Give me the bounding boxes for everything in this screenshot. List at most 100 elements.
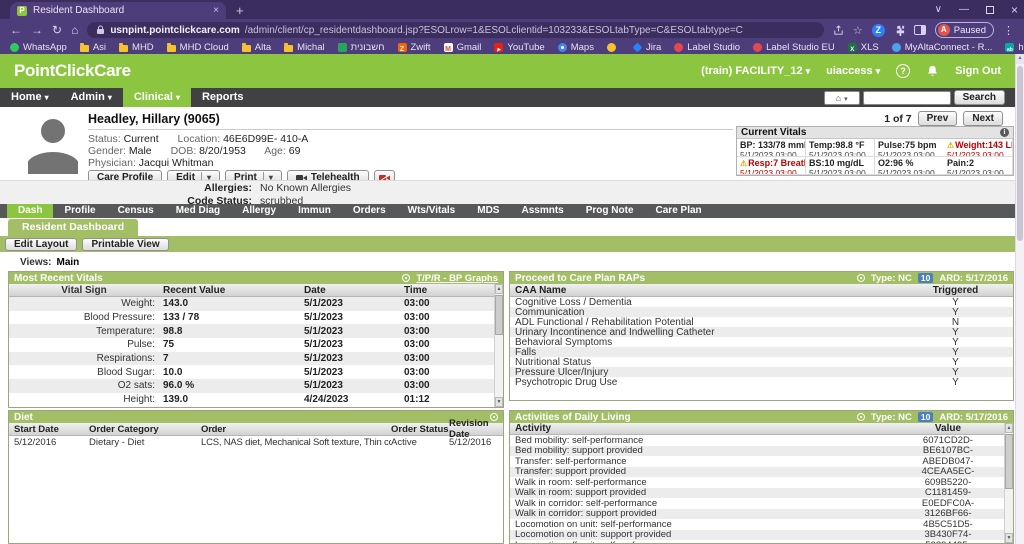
scroll-up-icon[interactable] bbox=[495, 284, 503, 294]
side-panel-icon[interactable] bbox=[914, 25, 926, 35]
bookmark-item[interactable]: Michal bbox=[284, 42, 324, 53]
tpr-bp-graphs-link[interactable]: T/P/R - BP Graphs bbox=[416, 273, 498, 284]
bookmark-label: MyAltaConnect - R... bbox=[905, 42, 993, 53]
close-icon[interactable] bbox=[1011, 3, 1018, 17]
clinical-tab[interactable]: Immun bbox=[287, 204, 342, 218]
user-menu[interactable]: uiaccess bbox=[826, 65, 880, 77]
next-resident-button[interactable]: Next bbox=[963, 111, 1003, 126]
sign-out-link[interactable]: Sign Out bbox=[955, 65, 1001, 77]
restore-icon[interactable] bbox=[986, 6, 994, 14]
browser-tab[interactable]: P Resident Dashboard bbox=[10, 2, 226, 19]
vitals-scrollbar[interactable] bbox=[494, 284, 503, 407]
bookmark-item[interactable]: Maps bbox=[558, 42, 594, 53]
clinical-tab[interactable]: Orders bbox=[342, 204, 397, 218]
panel-menu-icon[interactable] bbox=[857, 274, 865, 282]
current-vitals-grid: BP: 133/78 mmHg 5/1/2023 03:00 Temp:98.8… bbox=[737, 139, 1013, 175]
bookmark-label: Asi bbox=[93, 42, 106, 53]
share-icon[interactable] bbox=[833, 25, 844, 36]
info-icon[interactable] bbox=[1000, 128, 1009, 137]
resident-dashboard-tab[interactable]: Resident Dashboard bbox=[8, 219, 138, 236]
help-icon[interactable] bbox=[896, 64, 910, 78]
scroll-up-icon[interactable] bbox=[1016, 54, 1024, 64]
patient-name: Headley, Hillary (9065) bbox=[88, 112, 733, 130]
panel-menu-icon[interactable] bbox=[402, 274, 410, 282]
vitals-row: O2 sats: 96.0 % 5/1/2023 03:00 bbox=[9, 379, 503, 393]
extensions-puzzle-icon[interactable] bbox=[894, 25, 905, 36]
raps-column-headers: CAA Name Triggered bbox=[510, 284, 1013, 297]
tab-close-icon[interactable] bbox=[213, 6, 219, 16]
facility-selector[interactable]: (train) FACILITY_12 bbox=[701, 65, 810, 77]
nav-item[interactable]: Home bbox=[0, 88, 60, 107]
bookmark-item[interactable]: habitu bbox=[1005, 42, 1024, 53]
clinical-tab[interactable]: Dash bbox=[7, 204, 53, 218]
bookmark-item[interactable]: Alta bbox=[242, 42, 271, 53]
adl-column-headers: Activity Value bbox=[510, 423, 1013, 435]
bookmark-item[interactable]: Label Studio EU bbox=[753, 42, 835, 53]
bookmark-item[interactable]: חשבונית bbox=[338, 42, 385, 53]
z-extension-icon[interactable]: Z bbox=[872, 24, 885, 37]
scroll-up-icon[interactable] bbox=[1005, 423, 1013, 433]
views-value[interactable]: Main bbox=[57, 257, 80, 268]
clinical-tab[interactable]: Profile bbox=[53, 204, 106, 218]
bookmark-item[interactable]: MyAltaConnect - R... bbox=[892, 42, 993, 53]
new-tab-button[interactable] bbox=[236, 4, 244, 17]
url-bar[interactable]: usnpint.pointclickcare.com/admin/client/… bbox=[87, 22, 824, 38]
chevron-down-icon[interactable] bbox=[935, 4, 942, 15]
prev-resident-button[interactable]: Prev bbox=[918, 111, 958, 126]
panel-menu-icon[interactable] bbox=[490, 413, 498, 421]
adl-row: Walk in corridor: self-performance E0EDF… bbox=[510, 498, 1013, 509]
bookmark-item[interactable]: Jira bbox=[633, 42, 661, 53]
bookmark-item[interactable]: XLS bbox=[848, 42, 879, 53]
bookmark-item[interactable]: WhatsApp bbox=[10, 42, 67, 53]
bookmark-item[interactable]: Label Studio bbox=[674, 42, 740, 53]
resident-search-input[interactable] bbox=[863, 91, 951, 105]
screen: P Resident Dashboard usnpint.pointclickc… bbox=[0, 0, 1024, 544]
raps-row: Behavioral Symptoms Y bbox=[510, 337, 1013, 347]
reload-icon[interactable] bbox=[52, 24, 62, 36]
clinical-tab[interactable]: Med Diag bbox=[165, 204, 231, 218]
scroll-thumb[interactable] bbox=[495, 295, 503, 335]
bookmark-item[interactable]: Zwift bbox=[398, 42, 431, 53]
scroll-thumb[interactable] bbox=[1017, 66, 1023, 241]
search-scope-dropdown[interactable] bbox=[824, 91, 860, 105]
search-button[interactable]: Search bbox=[954, 90, 1005, 105]
clinical-tab[interactable]: Allergy bbox=[231, 204, 287, 218]
views-label: Views: bbox=[20, 257, 52, 268]
minimize-icon[interactable] bbox=[959, 4, 969, 15]
bookmark-star-icon[interactable] bbox=[853, 21, 863, 39]
bookmark-item[interactable]: Gmail bbox=[444, 42, 482, 53]
panel-menu-icon[interactable] bbox=[857, 413, 865, 421]
clinical-tab[interactable]: Assmnts bbox=[510, 204, 574, 218]
adl-scrollbar[interactable] bbox=[1004, 423, 1013, 543]
nav-item[interactable]: Reports bbox=[191, 88, 255, 107]
nav-item[interactable]: Clinical bbox=[123, 88, 191, 107]
vitals-row: Weight: 143.0 5/1/2023 03:00 bbox=[9, 297, 503, 311]
bookmark-item[interactable]: MHD Cloud bbox=[167, 42, 229, 53]
nav-item[interactable]: Admin bbox=[60, 88, 123, 107]
page-scrollbar[interactable] bbox=[1015, 54, 1024, 544]
diet-row: 5/12/2016 Dietary - Diet LCS, NAS diet, … bbox=[9, 436, 503, 449]
bookmark-item[interactable]: Asi bbox=[80, 42, 106, 53]
scroll-down-icon[interactable] bbox=[1005, 533, 1013, 543]
bookmark-item[interactable] bbox=[607, 43, 620, 52]
bookmark-icon bbox=[558, 43, 567, 52]
edit-layout-button[interactable]: Edit Layout bbox=[5, 238, 77, 251]
scroll-down-icon[interactable] bbox=[495, 397, 503, 407]
scroll-thumb[interactable] bbox=[1005, 434, 1013, 489]
clinical-tab[interactable]: Care Plan bbox=[645, 204, 713, 218]
home-icon[interactable] bbox=[71, 24, 78, 36]
back-icon[interactable] bbox=[10, 24, 22, 36]
raps-row: ADL Functional / Rehabilitation Potentia… bbox=[510, 317, 1013, 327]
forward-icon[interactable] bbox=[31, 24, 43, 36]
browser-menu-icon[interactable] bbox=[1003, 21, 1014, 39]
clinical-tab[interactable]: Prog Note bbox=[575, 204, 645, 218]
clinical-tab[interactable]: MDS bbox=[466, 204, 510, 218]
bookmark-icon bbox=[398, 43, 407, 52]
browser-profile-button[interactable]: A Paused bbox=[935, 22, 994, 38]
bookmark-item[interactable]: MHD bbox=[119, 42, 154, 53]
bell-icon[interactable] bbox=[926, 65, 939, 78]
clinical-tab[interactable]: Wts/Vitals bbox=[397, 204, 467, 218]
printable-view-button[interactable]: Printable View bbox=[82, 238, 168, 251]
clinical-tab[interactable]: Census bbox=[107, 204, 165, 218]
bookmark-item[interactable]: YouTube bbox=[494, 42, 544, 53]
